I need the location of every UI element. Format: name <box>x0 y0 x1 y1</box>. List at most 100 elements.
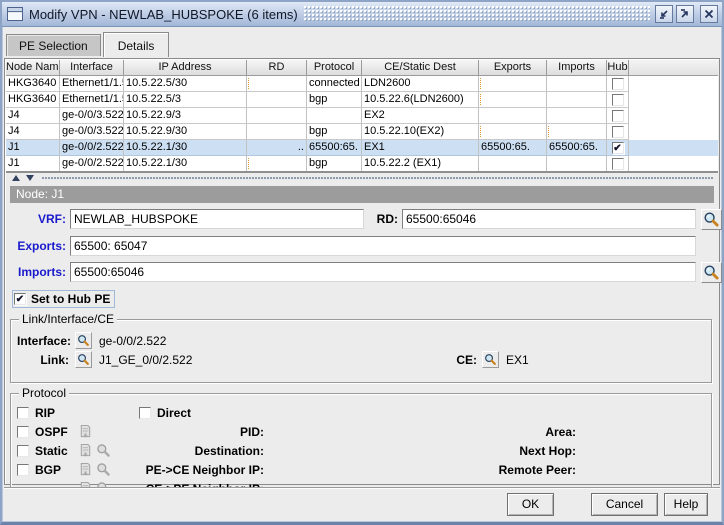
table-row[interactable]: J4ge-0/0/3.52210.5.22.9/3 EX2 <box>6 108 718 124</box>
cell[interactable]: 65500:65. <box>307 140 362 156</box>
set-hub-pe-label: Set to Hub PE <box>31 292 110 306</box>
cell[interactable]: J4 <box>6 108 60 124</box>
cell[interactable]: Ethernet1/1.522 <box>60 76 124 92</box>
cell[interactable]: Ethernet1/1.522 <box>60 92 124 108</box>
cell[interactable]: EX2 <box>362 108 479 124</box>
static-checkbox[interactable]: Static <box>17 444 68 458</box>
cell[interactable]: ge-0/0/2.522 <box>60 140 124 156</box>
column-header-ce-static-dest[interactable]: CE/Static Dest <box>362 60 479 76</box>
tab-pe-selection[interactable]: PE Selection <box>6 34 101 56</box>
cell[interactable]: 10.5.22.6(LDN2600) <box>362 92 479 108</box>
static-edit-icon: ✳ <box>77 442 94 459</box>
cell[interactable]: bgp <box>307 124 362 140</box>
tab-details[interactable]: Details <box>103 32 170 57</box>
cell[interactable] <box>479 124 547 140</box>
cell[interactable]: 10.5.22.1/30 <box>124 140 247 156</box>
cell[interactable]: HKG3640 <box>6 92 60 108</box>
cell[interactable] <box>547 76 607 92</box>
table-row[interactable]: J1ge-0/0/2.52210.5.22.1/30 bgp10.5.22.2 (… <box>6 156 718 172</box>
cell[interactable]: 65500:65. <box>479 140 547 156</box>
cell[interactable]: J1 <box>6 156 60 172</box>
hub-checkbox[interactable] <box>612 78 624 90</box>
cell[interactable]: 10.5.22.9/30 <box>124 124 247 140</box>
column-header-rd[interactable]: RD <box>247 60 307 76</box>
bgp-checkbox[interactable]: BGP <box>17 463 61 477</box>
cell[interactable]: LDN2600 <box>362 76 479 92</box>
cancel-button[interactable]: Cancel <box>591 493 658 516</box>
cell[interactable] <box>247 76 307 92</box>
hub-checkbox[interactable] <box>612 126 624 138</box>
column-header-protocol[interactable]: Protocol <box>307 60 362 76</box>
cell[interactable] <box>479 76 547 92</box>
set-hub-pe-checkbox[interactable]: ✔ Set to Hub PE <box>12 290 115 308</box>
cell[interactable]: 10.5.22.9/3 <box>124 108 247 124</box>
column-header-hub[interactable]: Hub <box>607 60 629 76</box>
cell[interactable] <box>247 124 307 140</box>
column-header-ip-address[interactable]: IP Address <box>124 60 247 76</box>
rd-input[interactable] <box>402 209 696 229</box>
cell[interactable] <box>547 124 607 140</box>
collapse-down-icon[interactable] <box>26 175 34 181</box>
ok-button[interactable]: OK <box>507 493 554 516</box>
vrf-input[interactable] <box>70 209 364 229</box>
direct-checkbox[interactable]: Direct <box>139 406 191 420</box>
column-header-interface[interactable]: Interface <box>60 60 124 76</box>
table-row[interactable]: J4ge-0/0/3.52210.5.22.9/30 bgp10.5.22.10(… <box>6 124 718 140</box>
column-header-node-name[interactable]: Node Name <box>6 60 60 76</box>
cell[interactable] <box>247 156 307 172</box>
title-bar[interactable]: Modify VPN - NEWLAB_HUBSPOKE (6 items) <box>2 2 722 27</box>
interface-search-icon[interactable] <box>75 332 92 349</box>
cell[interactable]: J4 <box>6 124 60 140</box>
help-button[interactable]: Help <box>664 493 708 516</box>
cell[interactable]: bgp <box>307 156 362 172</box>
table-row[interactable]: J1ge-0/0/2.52210.5.22.1/30..65500:65.EX1… <box>6 140 718 156</box>
cell[interactable]: connected <box>307 76 362 92</box>
cell[interactable]: .. <box>247 140 307 156</box>
hub-checkbox[interactable] <box>612 110 624 122</box>
ce-search-icon[interactable] <box>482 351 499 368</box>
exports-input[interactable] <box>70 236 696 256</box>
cell[interactable]: bgp <box>307 92 362 108</box>
rd-search-icon[interactable] <box>701 209 722 230</box>
imports-input[interactable] <box>70 262 696 282</box>
cell[interactable] <box>479 108 547 124</box>
rip-checkbox[interactable]: RIP <box>17 406 55 420</box>
cell[interactable]: ge-0/0/3.522 <box>60 108 124 124</box>
hub-checkbox[interactable] <box>612 158 624 170</box>
window-title: Modify VPN - NEWLAB_HUBSPOKE (6 items) <box>29 7 298 22</box>
cell[interactable] <box>547 156 607 172</box>
imports-search-icon[interactable] <box>701 262 722 283</box>
split-divider[interactable] <box>6 173 718 183</box>
hub-checkbox[interactable]: ✔ <box>612 142 624 154</box>
cell[interactable]: 10.5.22.2 (EX1) <box>362 156 479 172</box>
cell[interactable]: 10.5.22.1/30 <box>124 156 247 172</box>
cell[interactable]: 10.5.22.10(EX2) <box>362 124 479 140</box>
table-row[interactable]: HKG3640Ethernet1/1.52210.5.22.5/3 bgp10.5… <box>6 92 718 108</box>
column-header-exports[interactable]: Exports <box>479 60 547 76</box>
cell[interactable] <box>247 108 307 124</box>
cell[interactable] <box>247 92 307 108</box>
minimize-button[interactable] <box>655 5 673 23</box>
cell[interactable] <box>479 156 547 172</box>
column-header-imports[interactable]: Imports <box>547 60 607 76</box>
cell[interactable]: 10.5.22.5/3 <box>124 92 247 108</box>
link-search-icon[interactable] <box>75 351 92 368</box>
cell[interactable]: EX1 <box>362 140 479 156</box>
cell[interactable]: ge-0/0/3.522 <box>60 124 124 140</box>
table-row[interactable]: HKG3640Ethernet1/1.52210.5.22.5/30 connec… <box>6 76 718 92</box>
cell[interactable]: 65500:65. <box>547 140 607 156</box>
cell[interactable]: J1 <box>6 140 60 156</box>
checkbox-box[interactable]: ✔ <box>14 293 26 305</box>
collapse-up-icon[interactable] <box>12 175 20 181</box>
cell[interactable] <box>479 92 547 108</box>
cell[interactable] <box>547 92 607 108</box>
ospf-checkbox[interactable]: OSPF <box>17 425 68 439</box>
close-icon[interactable] <box>700 5 718 23</box>
hub-checkbox[interactable] <box>612 94 624 106</box>
cell[interactable]: 10.5.22.5/30 <box>124 76 247 92</box>
cell[interactable]: HKG3640 <box>6 76 60 92</box>
cell[interactable]: ge-0/0/2.522 <box>60 156 124 172</box>
cell[interactable] <box>547 108 607 124</box>
cell[interactable] <box>307 108 362 124</box>
maximize-button[interactable] <box>676 5 694 23</box>
